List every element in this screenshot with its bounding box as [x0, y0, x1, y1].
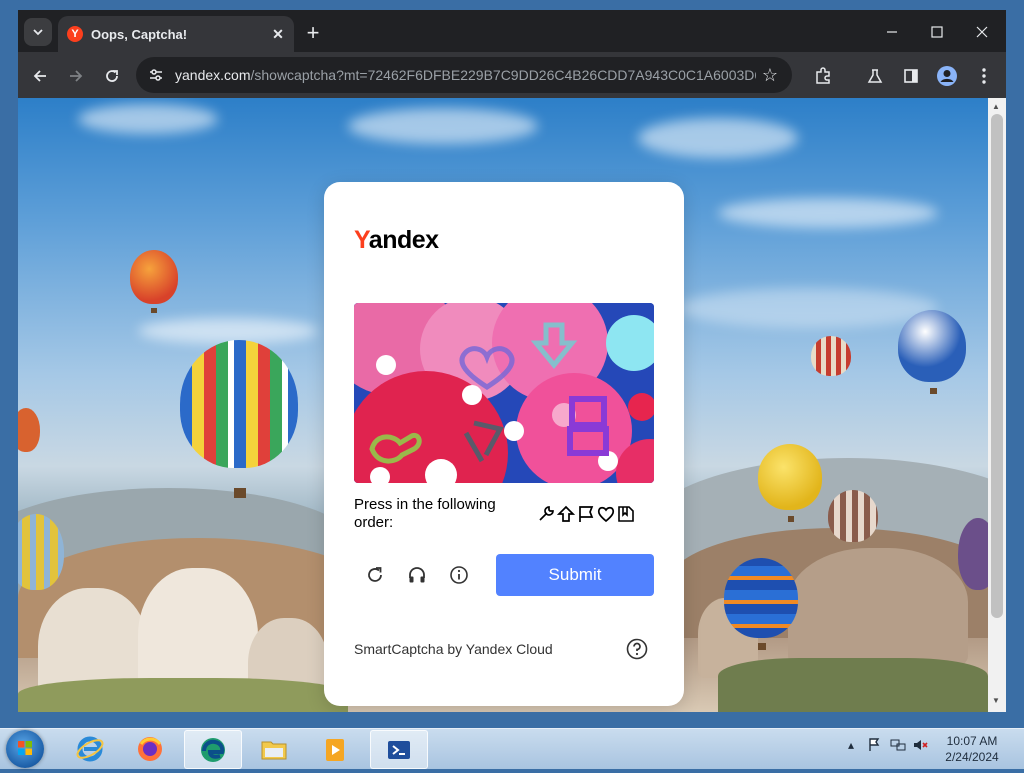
taskbar-clock[interactable]: 10:07 AM 2/24/2024: [932, 733, 1012, 765]
refresh-icon: [368, 567, 382, 582]
arrow-right-icon: [70, 70, 83, 82]
yandex-logo: Yandex: [354, 226, 439, 254]
taskbar-internet-explorer[interactable]: [62, 730, 118, 767]
page-scrollbar[interactable]: ▲ ▼: [988, 98, 1006, 712]
show-hidden-icons-button[interactable]: ▴: [843, 737, 859, 753]
edge-icon: [201, 737, 225, 762]
taskbar-powershell[interactable]: [370, 730, 428, 769]
info-button[interactable]: [446, 562, 472, 588]
submit-button[interactable]: Submit: [496, 554, 654, 596]
tab-oops-captcha[interactable]: Y Oops, Captcha! ✕: [58, 16, 294, 52]
flag-icon: [576, 504, 595, 524]
bookmark-star-icon[interactable]: ☆: [756, 65, 784, 86]
browser-toolbar: yandex.com/showcaptcha?mt=72462F6DFBE229…: [18, 52, 1006, 98]
scrollbar-thumb[interactable]: [991, 114, 1003, 618]
powershell-icon: [388, 740, 410, 759]
new-tab-button[interactable]: +: [300, 20, 326, 46]
flask-icon: [867, 69, 883, 83]
minimize-button[interactable]: [870, 18, 914, 46]
windows-logo-icon: [18, 741, 32, 755]
extensions-button[interactable]: [810, 63, 836, 89]
taskbar-edge[interactable]: [184, 730, 242, 769]
captcha-image[interactable]: [354, 303, 654, 483]
scroll-down-icon[interactable]: ▼: [992, 696, 1000, 705]
arrow-left-icon: [33, 70, 46, 82]
url-text[interactable]: yandex.com/showcaptcha?mt=72462F6DFBE229…: [175, 67, 756, 83]
wrench-icon: [536, 504, 555, 524]
folder-icon: [261, 741, 287, 759]
profile-button[interactable]: [934, 63, 960, 89]
clock-time: 10:07 AM: [946, 734, 998, 748]
network-icon[interactable]: [890, 737, 906, 753]
scroll-up-icon[interactable]: ▲: [992, 102, 1000, 111]
captcha-order-icons: [536, 504, 635, 524]
help-button[interactable]: [626, 638, 648, 660]
url-host: yandex.com: [175, 67, 251, 83]
tab-search-button[interactable]: [24, 18, 52, 46]
tab-strip: Y Oops, Captcha! ✕ +: [18, 10, 1006, 52]
browser-window: Y Oops, Captcha! ✕ + yandex.com/showcapt…: [18, 10, 1006, 712]
reload-button[interactable]: [99, 63, 125, 89]
kebab-menu-icon: [982, 68, 986, 84]
close-window-button[interactable]: [960, 18, 1004, 46]
refresh-captcha-button[interactable]: [362, 562, 388, 588]
captcha-puzzle-image: [354, 303, 654, 483]
heart-icon: [596, 504, 615, 524]
address-bar[interactable]: yandex.com/showcaptcha?mt=72462F6DFBE229…: [136, 57, 792, 93]
captcha-card: Yandex Press in the following order: Sub…: [324, 182, 684, 706]
back-button[interactable]: [27, 63, 53, 89]
clock-date: 2/24/2024: [945, 750, 999, 764]
page-viewport: Yandex Press in the following order: Sub…: [18, 98, 988, 712]
site-info-icon[interactable]: [148, 67, 168, 83]
close-icon: [976, 26, 988, 38]
taskbar-media-player[interactable]: [308, 730, 364, 767]
url-path: /showcaptcha?mt=72462F6DFBE229B7C9DD26C4…: [250, 67, 756, 83]
taskbar-file-explorer[interactable]: [246, 730, 302, 767]
menu-button[interactable]: [971, 63, 997, 89]
tab-title: Oops, Captcha!: [91, 26, 188, 42]
tag-icon: [616, 504, 635, 524]
taskbar-firefox[interactable]: [122, 730, 178, 767]
start-button[interactable]: [6, 730, 44, 768]
internet-explorer-icon: [76, 736, 104, 761]
forward-button[interactable]: [63, 63, 89, 89]
yandex-favicon-icon: Y: [67, 26, 83, 42]
captcha-prompt: Press in the following order:: [354, 496, 496, 531]
taskbar: ▴ 10:07 AM 2/24/2024: [0, 728, 1024, 769]
reload-icon: [106, 70, 118, 82]
tab-close-icon[interactable]: ✕: [266, 26, 290, 43]
side-panel-button[interactable]: [898, 63, 924, 89]
action-center-flag-icon[interactable]: [866, 737, 882, 753]
puzzle-icon: [816, 67, 830, 84]
minimize-icon: [887, 31, 897, 33]
side-panel-icon: [904, 69, 918, 83]
audio-captcha-button[interactable]: [404, 562, 430, 588]
arrow-up-icon: [556, 504, 575, 524]
maximize-icon: [931, 26, 943, 38]
headphones-icon: [409, 567, 425, 583]
maximize-button[interactable]: [915, 18, 959, 46]
smartcaptcha-footer: SmartCaptcha by Yandex Cloud: [354, 641, 553, 657]
firefox-icon: [138, 736, 162, 761]
avatar-icon: [937, 66, 957, 86]
question-icon: [626, 638, 648, 660]
volume-muted-icon[interactable]: [913, 737, 929, 753]
labs-button[interactable]: [862, 63, 888, 89]
chevron-down-icon: [33, 29, 43, 36]
info-icon: [450, 566, 468, 584]
media-player-icon: [326, 738, 344, 761]
